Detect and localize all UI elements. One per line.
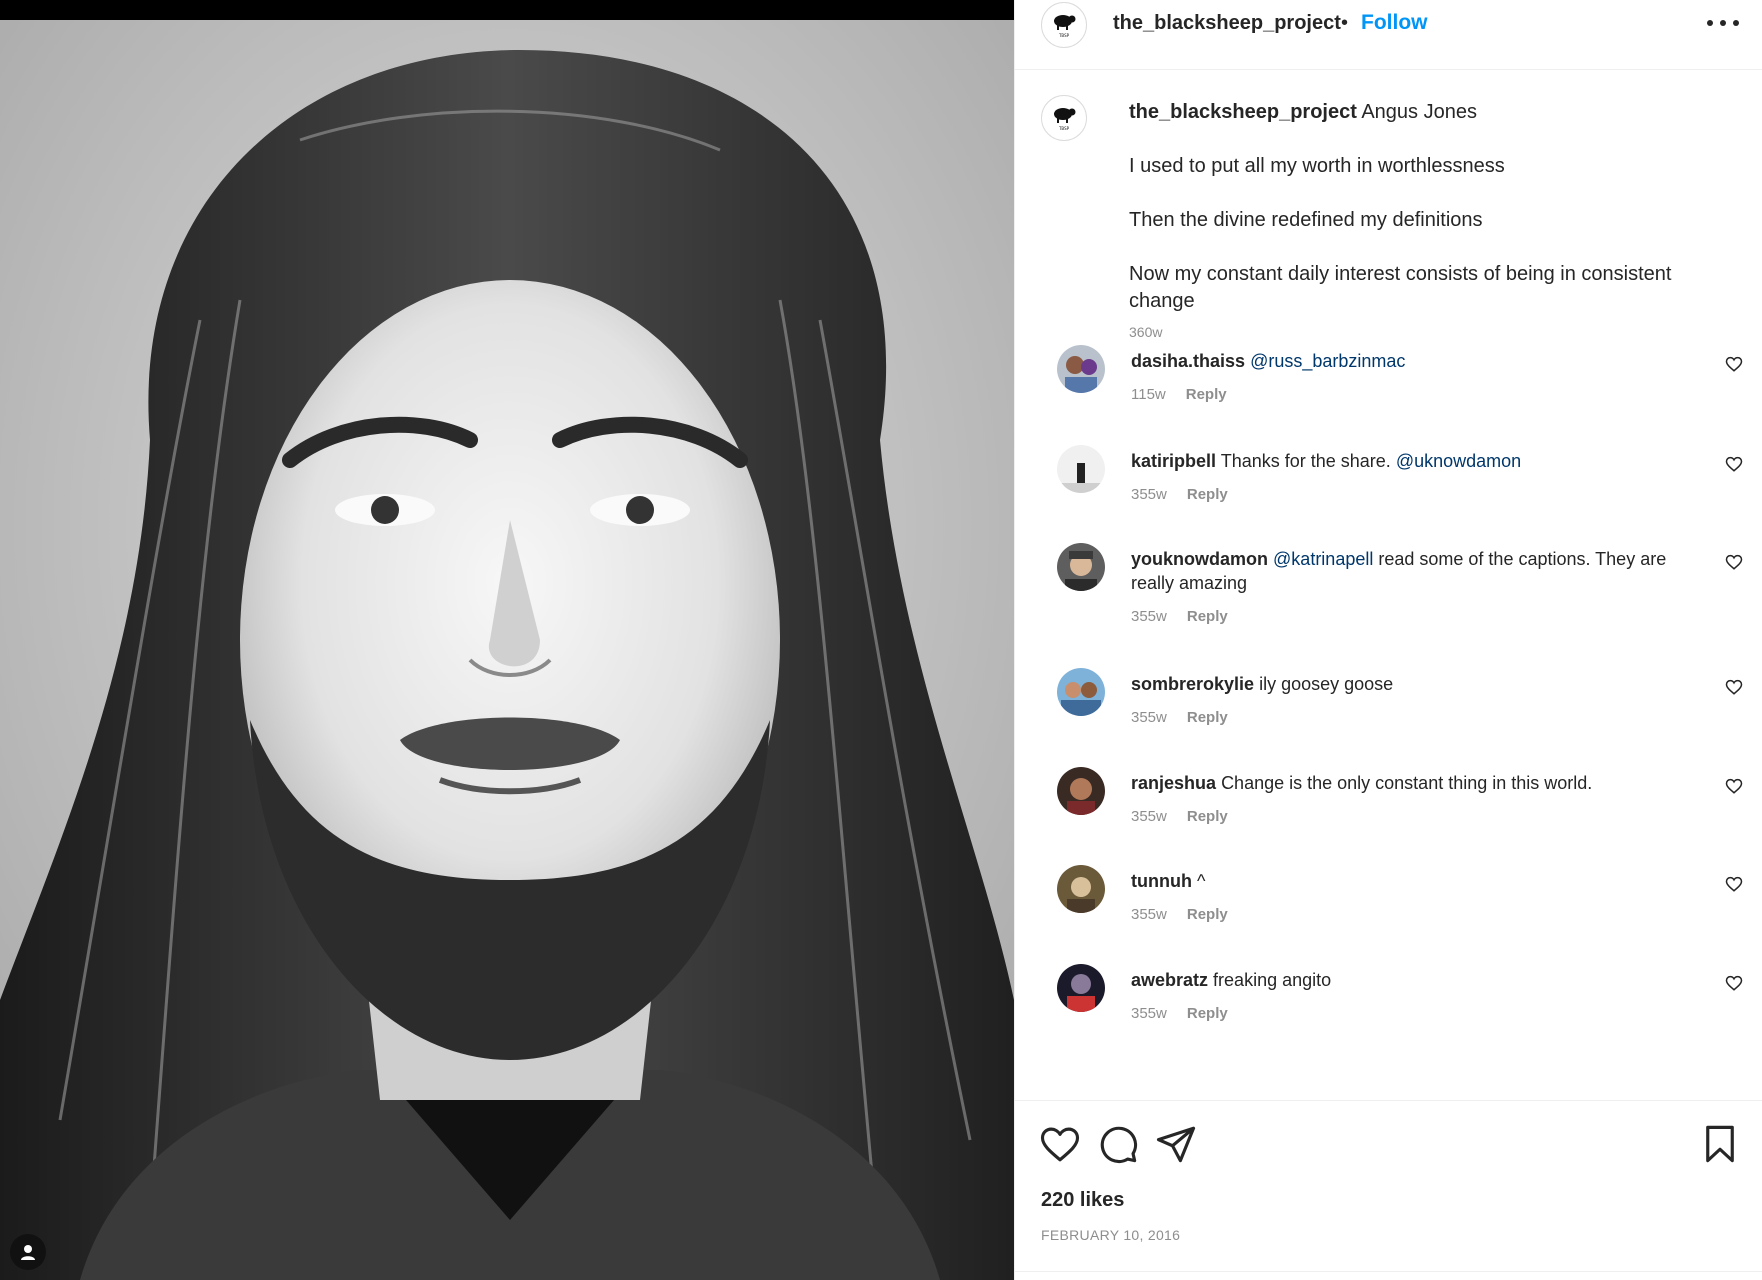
black-sheep-logo-icon: TBSP — [1054, 15, 1076, 38]
more-options-icon[interactable] — [1707, 20, 1739, 28]
comment-avatar[interactable] — [1057, 767, 1105, 815]
comment-heart-icon[interactable] — [1725, 777, 1743, 795]
comment-mention[interactable]: @uknowdamon — [1396, 451, 1521, 471]
comment-heart-icon[interactable] — [1725, 974, 1743, 992]
comment-timestamp[interactable]: 355w — [1131, 1005, 1167, 1022]
reply-button[interactable]: Reply — [1187, 486, 1228, 503]
comment-bubble-icon[interactable] — [1097, 1123, 1139, 1165]
caption-username[interactable]: the_blacksheep_project — [1129, 101, 1357, 123]
likes-count[interactable]: 220 likes — [1041, 1189, 1124, 1212]
post-header: TBSP the_blacksheep_project • Follow — [1015, 0, 1762, 70]
caption-line: I used to put all my worth in worthlessn… — [1129, 155, 1505, 177]
caption-author-avatar[interactable]: TBSP — [1041, 95, 1087, 141]
caption-text: the_blacksheep_project Angus Jones I use… — [1129, 99, 1709, 346]
comment-timestamp[interactable]: 115w — [1131, 386, 1166, 403]
comment-username[interactable]: youknowdamon — [1131, 549, 1268, 569]
comment-text: Thanks for the share. — [1220, 451, 1391, 471]
caption-line: Now my constant daily interest consists … — [1129, 263, 1672, 312]
reply-button[interactable]: Reply — [1187, 1005, 1228, 1022]
comment-avatar[interactable] — [1057, 345, 1105, 393]
photo-top-bar — [0, 0, 1014, 20]
comment-text: ^ — [1197, 871, 1206, 891]
post-photo-panel — [0, 0, 1014, 1280]
post-side-panel: TBSP the_blacksheep_project • Follow TBS… — [1014, 0, 1762, 1280]
comment-heart-icon[interactable] — [1725, 875, 1743, 893]
header-separator: • — [1341, 12, 1349, 34]
comment-username[interactable]: sombrerokylie — [1131, 674, 1254, 694]
reply-button[interactable]: Reply — [1187, 906, 1228, 923]
comment-timestamp[interactable]: 355w — [1131, 608, 1167, 625]
brand-mark-text: TBSP — [1058, 33, 1070, 38]
caption-line: Then the divine redefined my definitions — [1129, 209, 1483, 231]
comment-avatar[interactable] — [1057, 865, 1105, 913]
reply-button[interactable]: Reply — [1186, 386, 1227, 403]
divider — [1015, 1271, 1762, 1272]
comment-timestamp[interactable]: 355w — [1131, 709, 1167, 726]
user-tag-icon — [21, 1245, 35, 1260]
comment-username[interactable]: ranjeshua — [1131, 773, 1216, 793]
comment-username[interactable]: dasiha.thaiss — [1131, 351, 1245, 371]
post-photo — [0, 20, 1014, 1280]
comment-avatar[interactable] — [1057, 668, 1105, 716]
comment-username[interactable]: awebratz — [1131, 970, 1208, 990]
caption-title: Angus Jones — [1361, 101, 1477, 123]
comment-avatar[interactable] — [1057, 543, 1105, 591]
comment-mention[interactable]: @katrinapell — [1273, 549, 1373, 569]
comment-mention[interactable]: @russ_barbzinmac — [1250, 351, 1405, 371]
paper-plane-icon[interactable] — [1155, 1123, 1197, 1165]
comment-heart-icon[interactable] — [1725, 553, 1743, 571]
heart-icon[interactable] — [1039, 1123, 1081, 1165]
reply-button[interactable]: Reply — [1187, 709, 1228, 726]
comment-heart-icon[interactable] — [1725, 678, 1743, 696]
author-avatar[interactable]: TBSP — [1041, 2, 1087, 48]
post-date[interactable]: FEBRUARY 10, 2016 — [1041, 1227, 1180, 1243]
comment-timestamp[interactable]: 355w — [1131, 486, 1167, 503]
tagged-users-button[interactable] — [10, 1234, 46, 1270]
post-footer: 220 likes FEBRUARY 10, 2016 — [1015, 1100, 1762, 1280]
comment-text: Change is the only constant thing in thi… — [1221, 773, 1593, 793]
author-username[interactable]: the_blacksheep_project — [1113, 12, 1341, 35]
caption-timestamp[interactable]: 360w — [1129, 319, 1709, 346]
brand-mark-text: TBSP — [1058, 126, 1070, 131]
comment-username[interactable]: katiripbell — [1131, 451, 1216, 471]
comment-timestamp[interactable]: 355w — [1131, 906, 1167, 923]
comment-avatar[interactable] — [1057, 445, 1105, 493]
bookmark-icon[interactable] — [1699, 1123, 1741, 1165]
comment-username[interactable]: tunnuh — [1131, 871, 1192, 891]
comment-text: ily goosey goose — [1259, 674, 1394, 694]
comment-avatar[interactable] — [1057, 964, 1105, 1012]
comment-heart-icon[interactable] — [1725, 355, 1743, 373]
reply-button[interactable]: Reply — [1187, 808, 1228, 825]
comment-heart-icon[interactable] — [1725, 455, 1743, 473]
comment-timestamp[interactable]: 355w — [1131, 808, 1167, 825]
reply-button[interactable]: Reply — [1187, 608, 1228, 625]
black-sheep-logo-icon: TBSP — [1054, 108, 1076, 131]
comment-text: freaking angito — [1213, 970, 1332, 990]
follow-button[interactable]: Follow — [1361, 11, 1428, 35]
comments-scroll-area[interactable]: TBSP the_blacksheep_project Angus Jones … — [1015, 71, 1762, 1099]
